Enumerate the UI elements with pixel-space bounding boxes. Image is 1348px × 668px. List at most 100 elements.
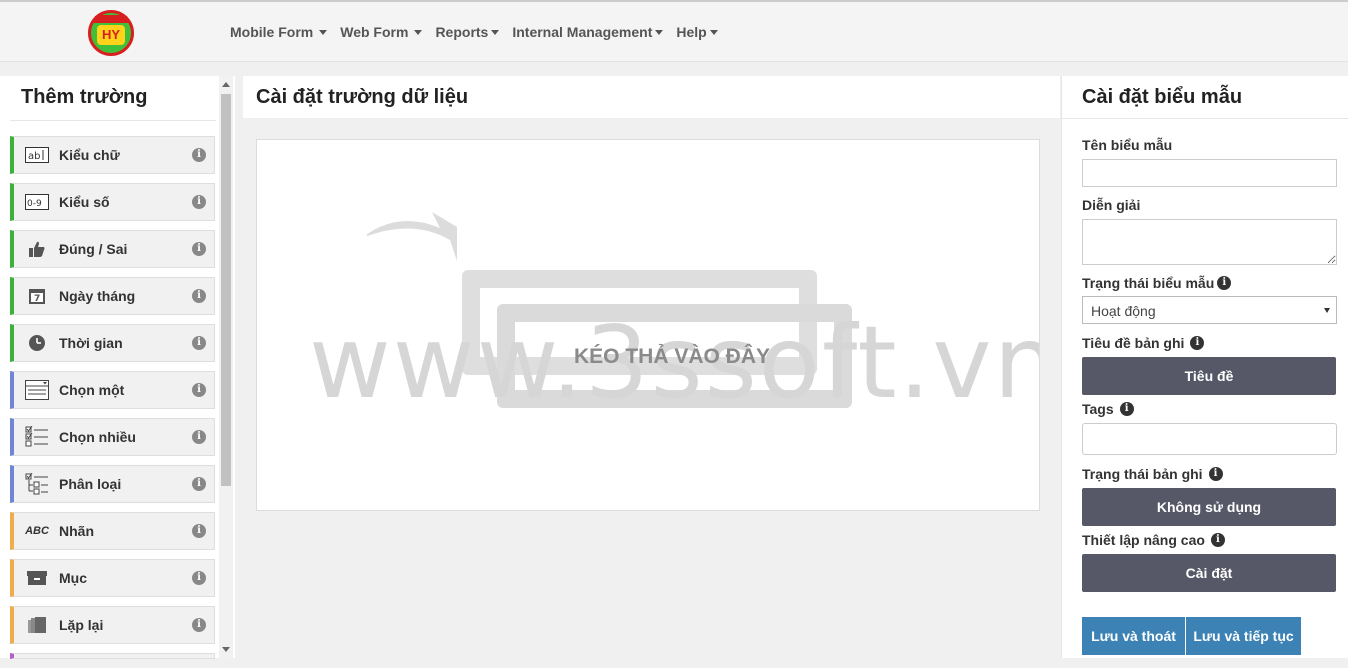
drop-arrow-icon	[367, 212, 457, 261]
label-abc-icon: ABC	[25, 525, 49, 537]
tags-label: Tags i	[1082, 401, 1134, 417]
field-type-date[interactable]: 7 Ngày tháng i	[10, 277, 215, 315]
field-label: Lặp lại	[59, 617, 104, 633]
text-field-icon: ab	[25, 145, 49, 165]
caret-down-icon	[414, 29, 423, 35]
nav-internal-management[interactable]: Internal Management	[512, 24, 664, 40]
label-text: Thiết lập nâng cao	[1082, 532, 1205, 548]
panel-title: Cài đặt trường dữ liệu	[256, 86, 469, 108]
scroll-up-arrow-icon[interactable]	[222, 82, 230, 87]
label-text: Trạng thái bản ghi	[1082, 466, 1203, 482]
divider	[10, 120, 216, 121]
nav-reports[interactable]: Reports	[435, 24, 500, 40]
caret-down-icon	[709, 29, 718, 35]
panel-title: Cài đặt biểu mẫu	[1082, 86, 1243, 108]
field-type-partial[interactable]	[10, 653, 215, 659]
brand-logo[interactable]: HY	[88, 10, 134, 56]
info-icon[interactable]: i	[192, 571, 206, 585]
field-type-boolean[interactable]: Đúng / Sai i	[10, 230, 215, 268]
field-type-single-select[interactable]: Chọn một i	[10, 371, 215, 409]
form-status-select[interactable]: Hoạt động	[1082, 296, 1337, 324]
category-tree-icon	[25, 473, 49, 495]
main-nav: Mobile Form Web Form Reports Internal Ma…	[230, 2, 731, 62]
info-icon[interactable]: i	[192, 477, 206, 491]
drop-here-text: KÉO THẢ VÀO ĐÂY	[573, 345, 770, 368]
scroll-down-arrow-icon[interactable]	[222, 647, 230, 652]
info-icon[interactable]: i	[192, 430, 206, 444]
thumbs-up-icon	[25, 239, 49, 259]
field-type-number[interactable]: 0-9 Kiểu số i	[10, 183, 215, 221]
description-label: Diễn giải	[1082, 197, 1140, 213]
info-icon[interactable]: i	[1190, 336, 1205, 350]
field-type-label[interactable]: ABC Nhãn i	[10, 512, 215, 550]
drop-zone[interactable]: www.3ssoft.vn KÉO THẢ VÀO ĐÂY	[256, 139, 1040, 511]
record-status-button[interactable]: Không sử dụng	[1082, 488, 1336, 526]
form-settings-panel: Cài đặt biểu mẫu Tên biểu mẫu Diễn giải …	[1061, 76, 1348, 658]
label-text: Tên biểu mẫu	[1082, 137, 1173, 153]
info-icon[interactable]: i	[192, 618, 206, 632]
field-list-scrollbar[interactable]	[219, 76, 233, 658]
info-icon[interactable]: i	[1210, 533, 1225, 547]
field-type-category[interactable]: Phân loại i	[10, 465, 215, 503]
field-label: Chọn nhiều	[59, 429, 136, 445]
info-icon[interactable]: i	[192, 289, 206, 303]
advanced-settings-button[interactable]: Cài đặt	[1082, 554, 1336, 592]
field-label: Mục	[59, 570, 87, 586]
dropdown-arrow-icon	[1324, 308, 1330, 313]
logo-text: HY	[97, 25, 125, 45]
field-type-repeat[interactable]: Lặp lại i	[10, 606, 215, 644]
info-icon[interactable]: i	[1217, 276, 1232, 290]
field-type-multi-select[interactable]: Chọn nhiều i	[10, 418, 215, 456]
svg-text:7: 7	[34, 294, 40, 304]
form-name-input[interactable]	[1082, 159, 1337, 187]
nav-label: Mobile Form	[230, 24, 314, 40]
caret-down-icon	[319, 29, 328, 35]
info-icon[interactable]: i	[192, 148, 206, 162]
info-icon[interactable]: i	[192, 383, 206, 397]
info-icon[interactable]: i	[192, 336, 206, 350]
field-label: Ngày tháng	[59, 288, 136, 304]
add-field-panel: Thêm trường ab Kiểu chữ i 0-9 Kiểu số i …	[0, 76, 235, 659]
field-label: Kiểu chữ	[59, 147, 120, 163]
panel-title: Thêm trường	[21, 86, 148, 108]
multi-select-icon	[25, 426, 49, 447]
tags-input[interactable]	[1082, 423, 1337, 455]
record-title-button[interactable]: Tiêu đề	[1082, 357, 1336, 395]
info-icon[interactable]: i	[1208, 467, 1223, 481]
save-and-continue-button[interactable]: Lưu và tiếp tục	[1186, 617, 1301, 655]
repeat-icon	[25, 615, 49, 635]
form-name-label: Tên biểu mẫu	[1082, 137, 1172, 153]
description-textarea[interactable]	[1082, 219, 1337, 265]
clock-icon	[25, 333, 49, 353]
nav-web-form[interactable]: Web Form	[340, 24, 423, 40]
field-settings-header: Cài đặt trường dữ liệu	[243, 76, 1060, 118]
label-text: Trạng thái biểu mẫu	[1082, 275, 1215, 291]
nav-label: Web Form	[340, 24, 409, 40]
single-select-icon	[25, 380, 49, 400]
info-icon[interactable]: i	[192, 195, 206, 209]
nav-help[interactable]: Help	[676, 24, 718, 40]
nav-label: Internal Management	[512, 24, 653, 40]
field-type-section[interactable]: Mục i	[10, 559, 215, 597]
number-field-icon: 0-9	[25, 192, 49, 212]
scroll-thumb[interactable]	[221, 94, 231, 486]
nav-mobile-form[interactable]: Mobile Form	[230, 24, 328, 40]
field-label: Phân loại	[59, 476, 122, 492]
field-type-text[interactable]: ab Kiểu chữ i	[10, 136, 215, 174]
advanced-settings-label: Thiết lập nâng cao i	[1082, 532, 1225, 548]
nav-label: Reports	[435, 24, 489, 40]
label-text: Tiêu đề bản ghi	[1082, 335, 1185, 351]
select-value: Hoạt động	[1091, 303, 1156, 319]
divider	[1062, 118, 1348, 119]
info-icon[interactable]: i	[1119, 402, 1134, 416]
info-icon[interactable]: i	[192, 242, 206, 256]
nav-label: Help	[676, 24, 707, 40]
caret-down-icon	[655, 29, 664, 35]
field-label: Chọn một	[59, 382, 125, 398]
field-type-time[interactable]: Thời gian i	[10, 324, 215, 362]
info-icon[interactable]: i	[192, 524, 206, 538]
label-text: Diễn giải	[1082, 197, 1141, 213]
save-and-exit-button[interactable]: Lưu và thoát	[1082, 617, 1185, 655]
section-box-icon	[25, 568, 49, 588]
svg-text:ab: ab	[28, 151, 40, 162]
